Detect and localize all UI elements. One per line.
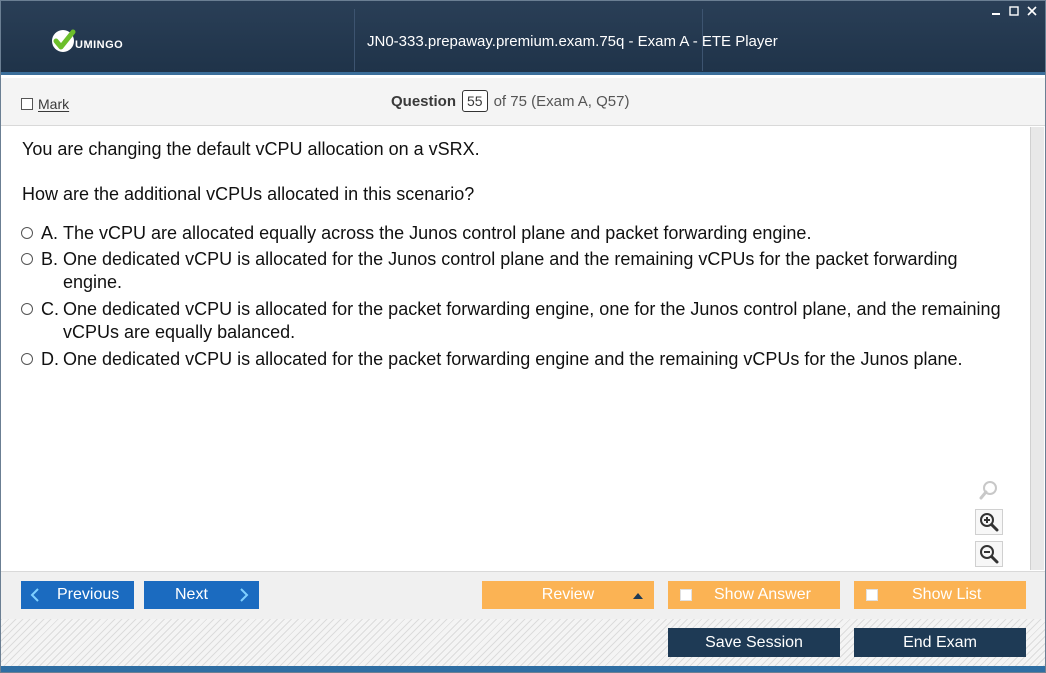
next-button[interactable]: Next bbox=[144, 581, 259, 609]
question-number-input[interactable]: 55 bbox=[462, 90, 488, 112]
question-header: Mark Question 55 of 75 (Exam A, Q57) bbox=[1, 78, 1045, 126]
navigation-bar: Previous Next Review Show Answer Show Li… bbox=[1, 571, 1045, 619]
previous-label: Previous bbox=[57, 586, 120, 603]
caret-up-icon bbox=[633, 593, 643, 599]
radio-button[interactable] bbox=[21, 303, 33, 315]
close-icon[interactable] bbox=[1025, 5, 1039, 17]
radio-button[interactable] bbox=[21, 353, 33, 365]
radio-button[interactable] bbox=[21, 253, 33, 265]
question-indicator: Question 55 of 75 (Exam A, Q57) bbox=[391, 90, 630, 112]
question-label: Question bbox=[391, 92, 457, 110]
answer-option-a[interactable]: A. The vCPU are allocated equally across… bbox=[21, 222, 1011, 245]
minimize-icon[interactable] bbox=[989, 5, 1003, 17]
exam-player-window: UMINGO JN0-333.prepaway.premium.exam.75q… bbox=[0, 0, 1046, 673]
question-prompt: How are the additional vCPUs allocated i… bbox=[22, 184, 475, 204]
save-session-label: Save Session bbox=[705, 633, 803, 651]
answer-option-c[interactable]: C. One dedicated vCPU is allocated for t… bbox=[21, 298, 1011, 344]
show-list-button[interactable]: Show List bbox=[854, 581, 1026, 609]
vertical-scrollbar[interactable] bbox=[1030, 127, 1044, 570]
question-content: You are changing the default vCPU alloca… bbox=[7, 127, 1029, 570]
option-letter: C. bbox=[41, 299, 59, 319]
checkbox-icon[interactable] bbox=[680, 589, 692, 601]
review-label: Review bbox=[541, 586, 595, 603]
zoom-in-icon[interactable] bbox=[975, 509, 1003, 535]
end-exam-button[interactable]: End Exam bbox=[854, 628, 1026, 657]
mark-checkbox[interactable]: Mark bbox=[21, 96, 69, 112]
title-bar: UMINGO JN0-333.prepaway.premium.exam.75q… bbox=[1, 1, 1045, 75]
radio-button[interactable] bbox=[21, 227, 33, 239]
option-text: One dedicated vCPU is allocated for the … bbox=[63, 249, 958, 292]
zoom-toolbar bbox=[973, 477, 1005, 567]
maximize-icon[interactable] bbox=[1007, 5, 1021, 17]
zoom-out-icon[interactable] bbox=[975, 541, 1003, 567]
show-answer-button[interactable]: Show Answer bbox=[668, 581, 840, 609]
window-title: JN0-333.prepaway.premium.exam.75q - Exam… bbox=[367, 33, 778, 50]
option-text: One dedicated vCPU is allocated for the … bbox=[63, 349, 963, 369]
bottom-accent-stripe bbox=[1, 666, 1045, 672]
show-list-label: Show List bbox=[912, 586, 982, 603]
option-text: The vCPU are allocated equally across th… bbox=[63, 223, 812, 243]
previous-button[interactable]: Previous bbox=[21, 581, 134, 609]
window-controls bbox=[989, 5, 1039, 17]
session-bar: Save Session End Exam bbox=[1, 619, 1045, 666]
checkmark-logo-icon bbox=[52, 29, 76, 52]
logo-text: UMINGO bbox=[75, 39, 124, 51]
show-answer-label: Show Answer bbox=[714, 586, 811, 603]
answer-option-b[interactable]: B. One dedicated vCPU is allocated for t… bbox=[21, 248, 1011, 294]
end-exam-label: End Exam bbox=[903, 633, 977, 651]
chevron-left-icon bbox=[30, 588, 39, 602]
option-text: One dedicated vCPU is allocated for the … bbox=[63, 299, 1001, 342]
magnifier-icon[interactable] bbox=[975, 477, 1003, 503]
title-divider bbox=[702, 9, 703, 71]
question-count: of 75 (Exam A, Q57) bbox=[493, 92, 630, 110]
mark-label[interactable]: Mark bbox=[38, 96, 69, 112]
option-letter: D. bbox=[41, 349, 59, 369]
question-text: You are changing the default vCPU alloca… bbox=[22, 139, 480, 159]
chevron-right-icon bbox=[240, 588, 249, 602]
vumingo-logo: UMINGO bbox=[49, 25, 123, 55]
review-button[interactable]: Review bbox=[482, 581, 654, 609]
option-letter: A. bbox=[41, 223, 59, 243]
save-session-button[interactable]: Save Session bbox=[668, 628, 840, 657]
option-letter: B. bbox=[41, 249, 59, 269]
checkbox-icon[interactable] bbox=[21, 98, 33, 110]
answer-option-d[interactable]: D. One dedicated vCPU is allocated for t… bbox=[21, 348, 1011, 371]
checkbox-icon[interactable] bbox=[866, 589, 878, 601]
next-label: Next bbox=[175, 586, 208, 603]
